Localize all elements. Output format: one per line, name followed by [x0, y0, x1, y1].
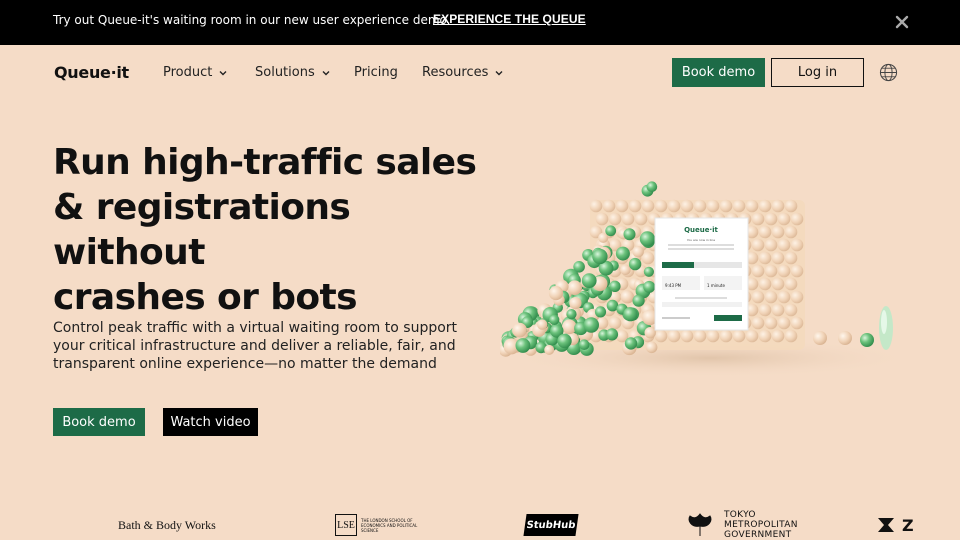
- chevron-down-icon: [495, 70, 503, 75]
- hero-title-line: Run high-traffic sales: [53, 142, 477, 183]
- hero-book-demo-button[interactable]: Book demo: [53, 408, 145, 436]
- experience-queue-link[interactable]: EXPERIENCE THE QUEUE: [433, 12, 586, 26]
- tokyo-line: GOVERNMENT: [724, 530, 792, 540]
- queue-card-value: 1 minute: [707, 283, 725, 288]
- nav-item-label: Solutions: [255, 65, 315, 80]
- waiting-room-illustration: Queue·it You are now in line 9:43 PM 1 m…: [500, 181, 915, 378]
- lse-logo: LSE THE LONDON SCHOOL OF ECONOMICS AND P…: [335, 510, 421, 540]
- tokyo-line: TOKYO: [724, 510, 756, 520]
- z-mark-icon: [878, 518, 894, 532]
- queue-card-line: You are now in line: [687, 238, 715, 242]
- watch-video-button[interactable]: Watch video: [163, 408, 258, 436]
- close-icon[interactable]: [893, 13, 911, 31]
- nav-item-pricing[interactable]: Pricing: [354, 65, 398, 80]
- chevron-down-icon: [219, 70, 227, 75]
- banner-text: Try out Queue-it's waiting room in our n…: [53, 13, 451, 27]
- nav-item-resources[interactable]: Resources: [422, 65, 504, 80]
- queue-card-value: 9:43 PM: [665, 283, 682, 288]
- z-logo: Z: [876, 510, 914, 540]
- hero-title-line: & registrations without: [53, 187, 351, 273]
- nav-item-solutions[interactable]: Solutions: [255, 65, 331, 80]
- book-demo-button[interactable]: Book demo: [672, 58, 765, 87]
- announcement-banner: Try out Queue-it's waiting room in our n…: [0, 0, 960, 45]
- queue-it-logo[interactable]: Queue·it: [54, 63, 129, 82]
- ginkgo-icon: [688, 513, 712, 536]
- nav-item-label: Resources: [422, 65, 489, 80]
- hero-title-line: crashes or bots: [53, 277, 358, 318]
- nav-item-label: Product: [163, 65, 213, 80]
- chevron-down-icon: [322, 70, 330, 75]
- lse-text: THE LONDON SCHOOL OF ECONOMICS AND POLIT…: [361, 517, 418, 533]
- z-letter: Z: [902, 515, 914, 535]
- tokyo-line: METROPOLITAN: [724, 520, 798, 530]
- globe-icon[interactable]: [879, 63, 898, 82]
- bath-body-works-logo: Bath & Body Works: [118, 517, 216, 532]
- queue-card-logo: Queue·it: [684, 226, 718, 234]
- lse-mark: LSE: [335, 514, 357, 536]
- hero-subtitle: Control peak traffic with a virtual wait…: [53, 320, 458, 372]
- hero-title: Run high-traffic sales & registrations w…: [53, 140, 493, 320]
- nav-item-label: Pricing: [354, 65, 398, 80]
- login-button[interactable]: Log in: [771, 58, 864, 87]
- stubhub-logo: StubHub: [523, 514, 579, 536]
- nav-item-product[interactable]: Product: [163, 65, 228, 80]
- queue-card: Queue·it You are now in line 9:43 PM 1 m…: [654, 217, 749, 331]
- tokyo-government-logo: TOKYO METROPOLITAN GOVERNMENT: [686, 510, 798, 540]
- main-nav: Queue·it Product Solutions Pricing Resou…: [0, 45, 960, 100]
